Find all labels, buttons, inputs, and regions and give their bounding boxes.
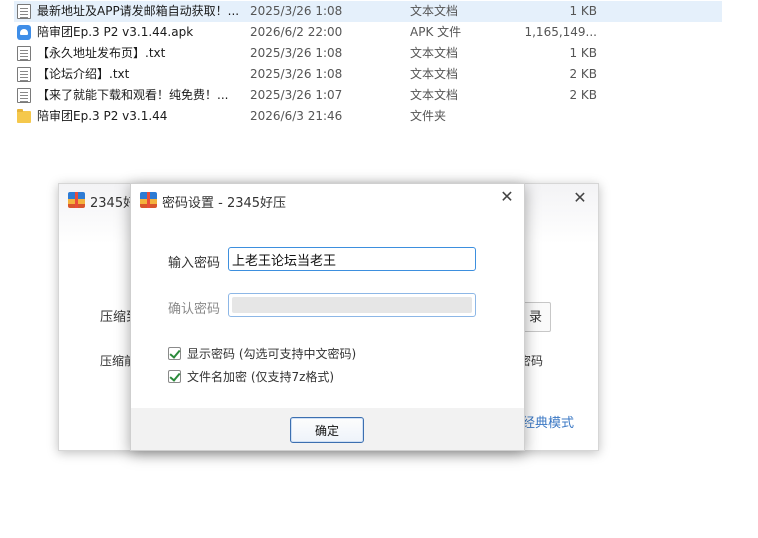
confirm-password-label: 确认密码 <box>168 302 221 317</box>
file-name: 【论坛介绍】.txt <box>37 67 130 81</box>
dialog-footer: 确定 <box>131 408 524 450</box>
show-password-label: 显示密码 (勾选可支持中文密码) <box>187 347 357 361</box>
password-dialog: 密码设置 - 2345好压 ✕ 输入密码 确认密码 显示密码 (勾选可支持中文密… <box>130 183 525 451</box>
apk-file-icon <box>17 25 31 40</box>
close-icon[interactable]: ✕ <box>499 189 515 205</box>
confirm-password-disabled-fill <box>232 297 472 313</box>
text-file-icon <box>17 88 31 103</box>
file-date: 2026/6/3 21:46 <box>250 109 343 123</box>
file-row[interactable]: 最新地址及APP请发邮箱自动获取！... 2025/3/26 1:08 文本文档… <box>14 1 722 22</box>
file-size: 2 KB <box>569 67 597 81</box>
app-logo-icon <box>140 192 157 208</box>
file-type: 文本文档 <box>410 88 459 102</box>
file-date: 2025/3/26 1:08 <box>250 46 343 60</box>
file-list: 最新地址及APP请发邮箱自动获取！... 2025/3/26 1:08 文本文档… <box>14 1 722 127</box>
file-date: 2025/3/26 1:07 <box>250 88 343 102</box>
file-row[interactable]: 【论坛介绍】.txt 2025/3/26 1:08 文本文档 2 KB <box>14 64 722 85</box>
file-date: 2025/3/26 1:08 <box>250 4 343 18</box>
password-label: 输入密码 <box>168 256 221 271</box>
text-file-icon <box>17 46 31 61</box>
folder-icon <box>17 109 31 123</box>
ok-button[interactable]: 确定 <box>290 417 364 443</box>
dialog-title: 密码设置 - 2345好压 <box>162 196 287 211</box>
file-size: 1,165,149... <box>524 25 597 39</box>
file-name: 陪审团Ep.3 P2 v3.1.44.apk <box>37 25 194 39</box>
password-input[interactable] <box>228 247 476 271</box>
file-row[interactable]: 【来了就能下载和观看！纯免费！... 2025/3/26 1:07 文本文档 2… <box>14 85 722 106</box>
file-name: 陪审团Ep.3 P2 v3.1.44 <box>37 109 168 123</box>
encrypt-filenames-checkbox[interactable] <box>168 370 181 383</box>
encrypt-filenames-label: 文件名加密 (仅支持7z格式) <box>187 370 335 384</box>
app-logo-icon <box>68 192 85 208</box>
file-name: 【永久地址发布页】.txt <box>37 46 166 60</box>
file-name: 【来了就能下载和观看！纯免费！... <box>37 88 229 102</box>
file-size: 1 KB <box>569 46 597 60</box>
file-type: 文件夹 <box>410 109 447 123</box>
file-type: 文本文档 <box>410 67 459 81</box>
file-row[interactable]: 陪审团Ep.3 P2 v3.1.44.apk 2026/6/2 22:00 AP… <box>14 22 722 43</box>
file-type: 文本文档 <box>410 46 459 60</box>
text-file-icon <box>17 67 31 82</box>
file-type: 文本文档 <box>410 4 459 18</box>
file-type: APK 文件 <box>410 25 462 39</box>
file-size: 2 KB <box>569 88 597 102</box>
file-size: 1 KB <box>569 4 597 18</box>
file-date: 2026/6/2 22:00 <box>250 25 343 39</box>
file-date: 2025/3/26 1:08 <box>250 67 343 81</box>
close-icon[interactable]: ✕ <box>572 190 588 206</box>
show-password-checkbox[interactable] <box>168 347 181 360</box>
file-name: 最新地址及APP请发邮箱自动获取！... <box>37 4 240 18</box>
file-row[interactable]: 陪审团Ep.3 P2 v3.1.44 2026/6/3 21:46 文件夹 <box>14 106 722 127</box>
file-row[interactable]: 【永久地址发布页】.txt 2025/3/26 1:08 文本文档 1 KB <box>14 43 722 64</box>
classic-mode-link[interactable]: 经典模式 <box>522 412 574 431</box>
text-file-icon <box>17 4 31 19</box>
